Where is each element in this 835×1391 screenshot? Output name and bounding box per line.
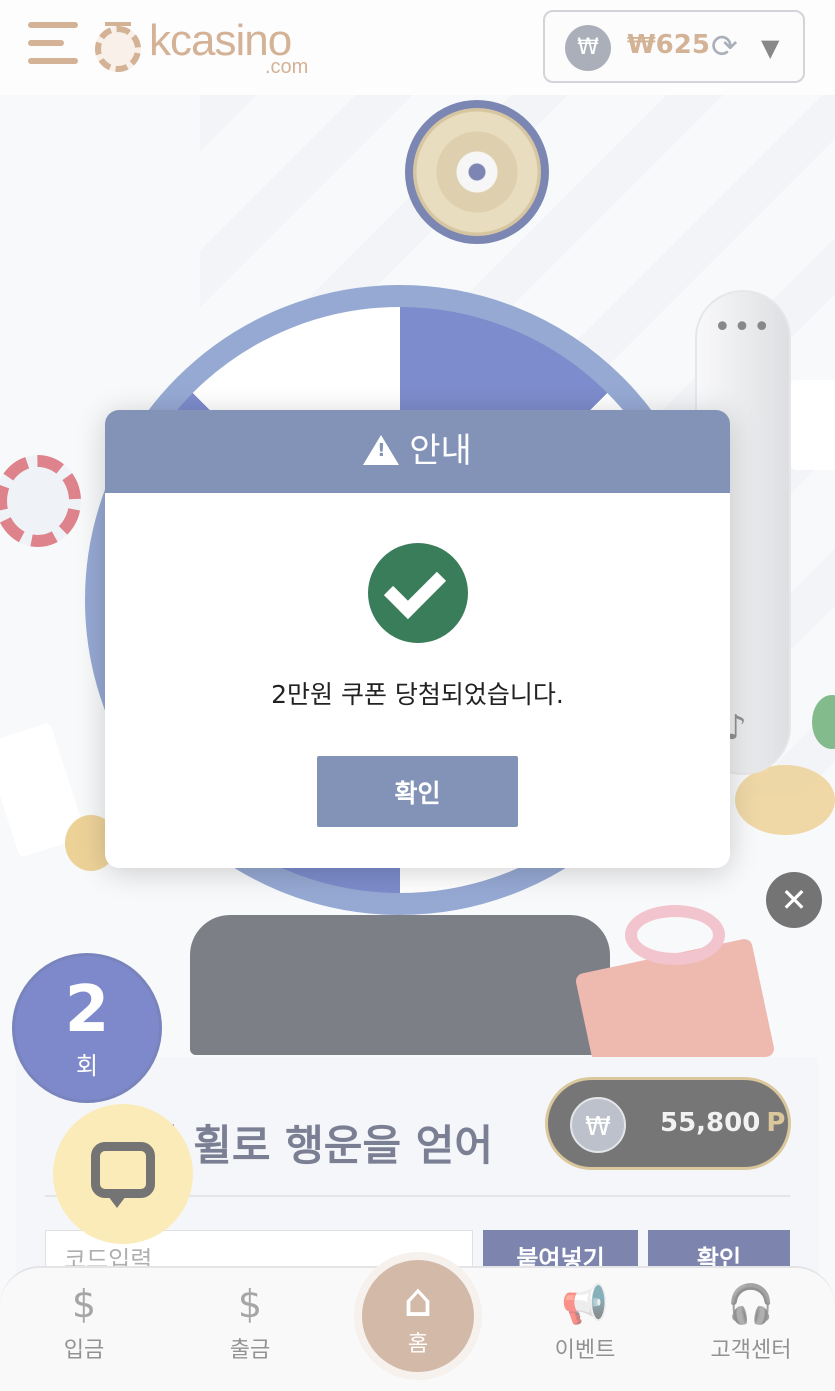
modal-header: 안내 [105,410,730,493]
notice-modal: 안내 2만원 쿠폰 당첨되었습니다. 확인 [105,410,730,868]
success-check-icon [368,543,468,643]
modal-message: 2만원 쿠폰 당첨되었습니다. [271,680,564,709]
warning-icon [363,435,400,465]
checkmark [383,556,447,620]
ok-button[interactable]: 확인 [317,756,518,827]
modal-title: 안내 [409,431,472,471]
